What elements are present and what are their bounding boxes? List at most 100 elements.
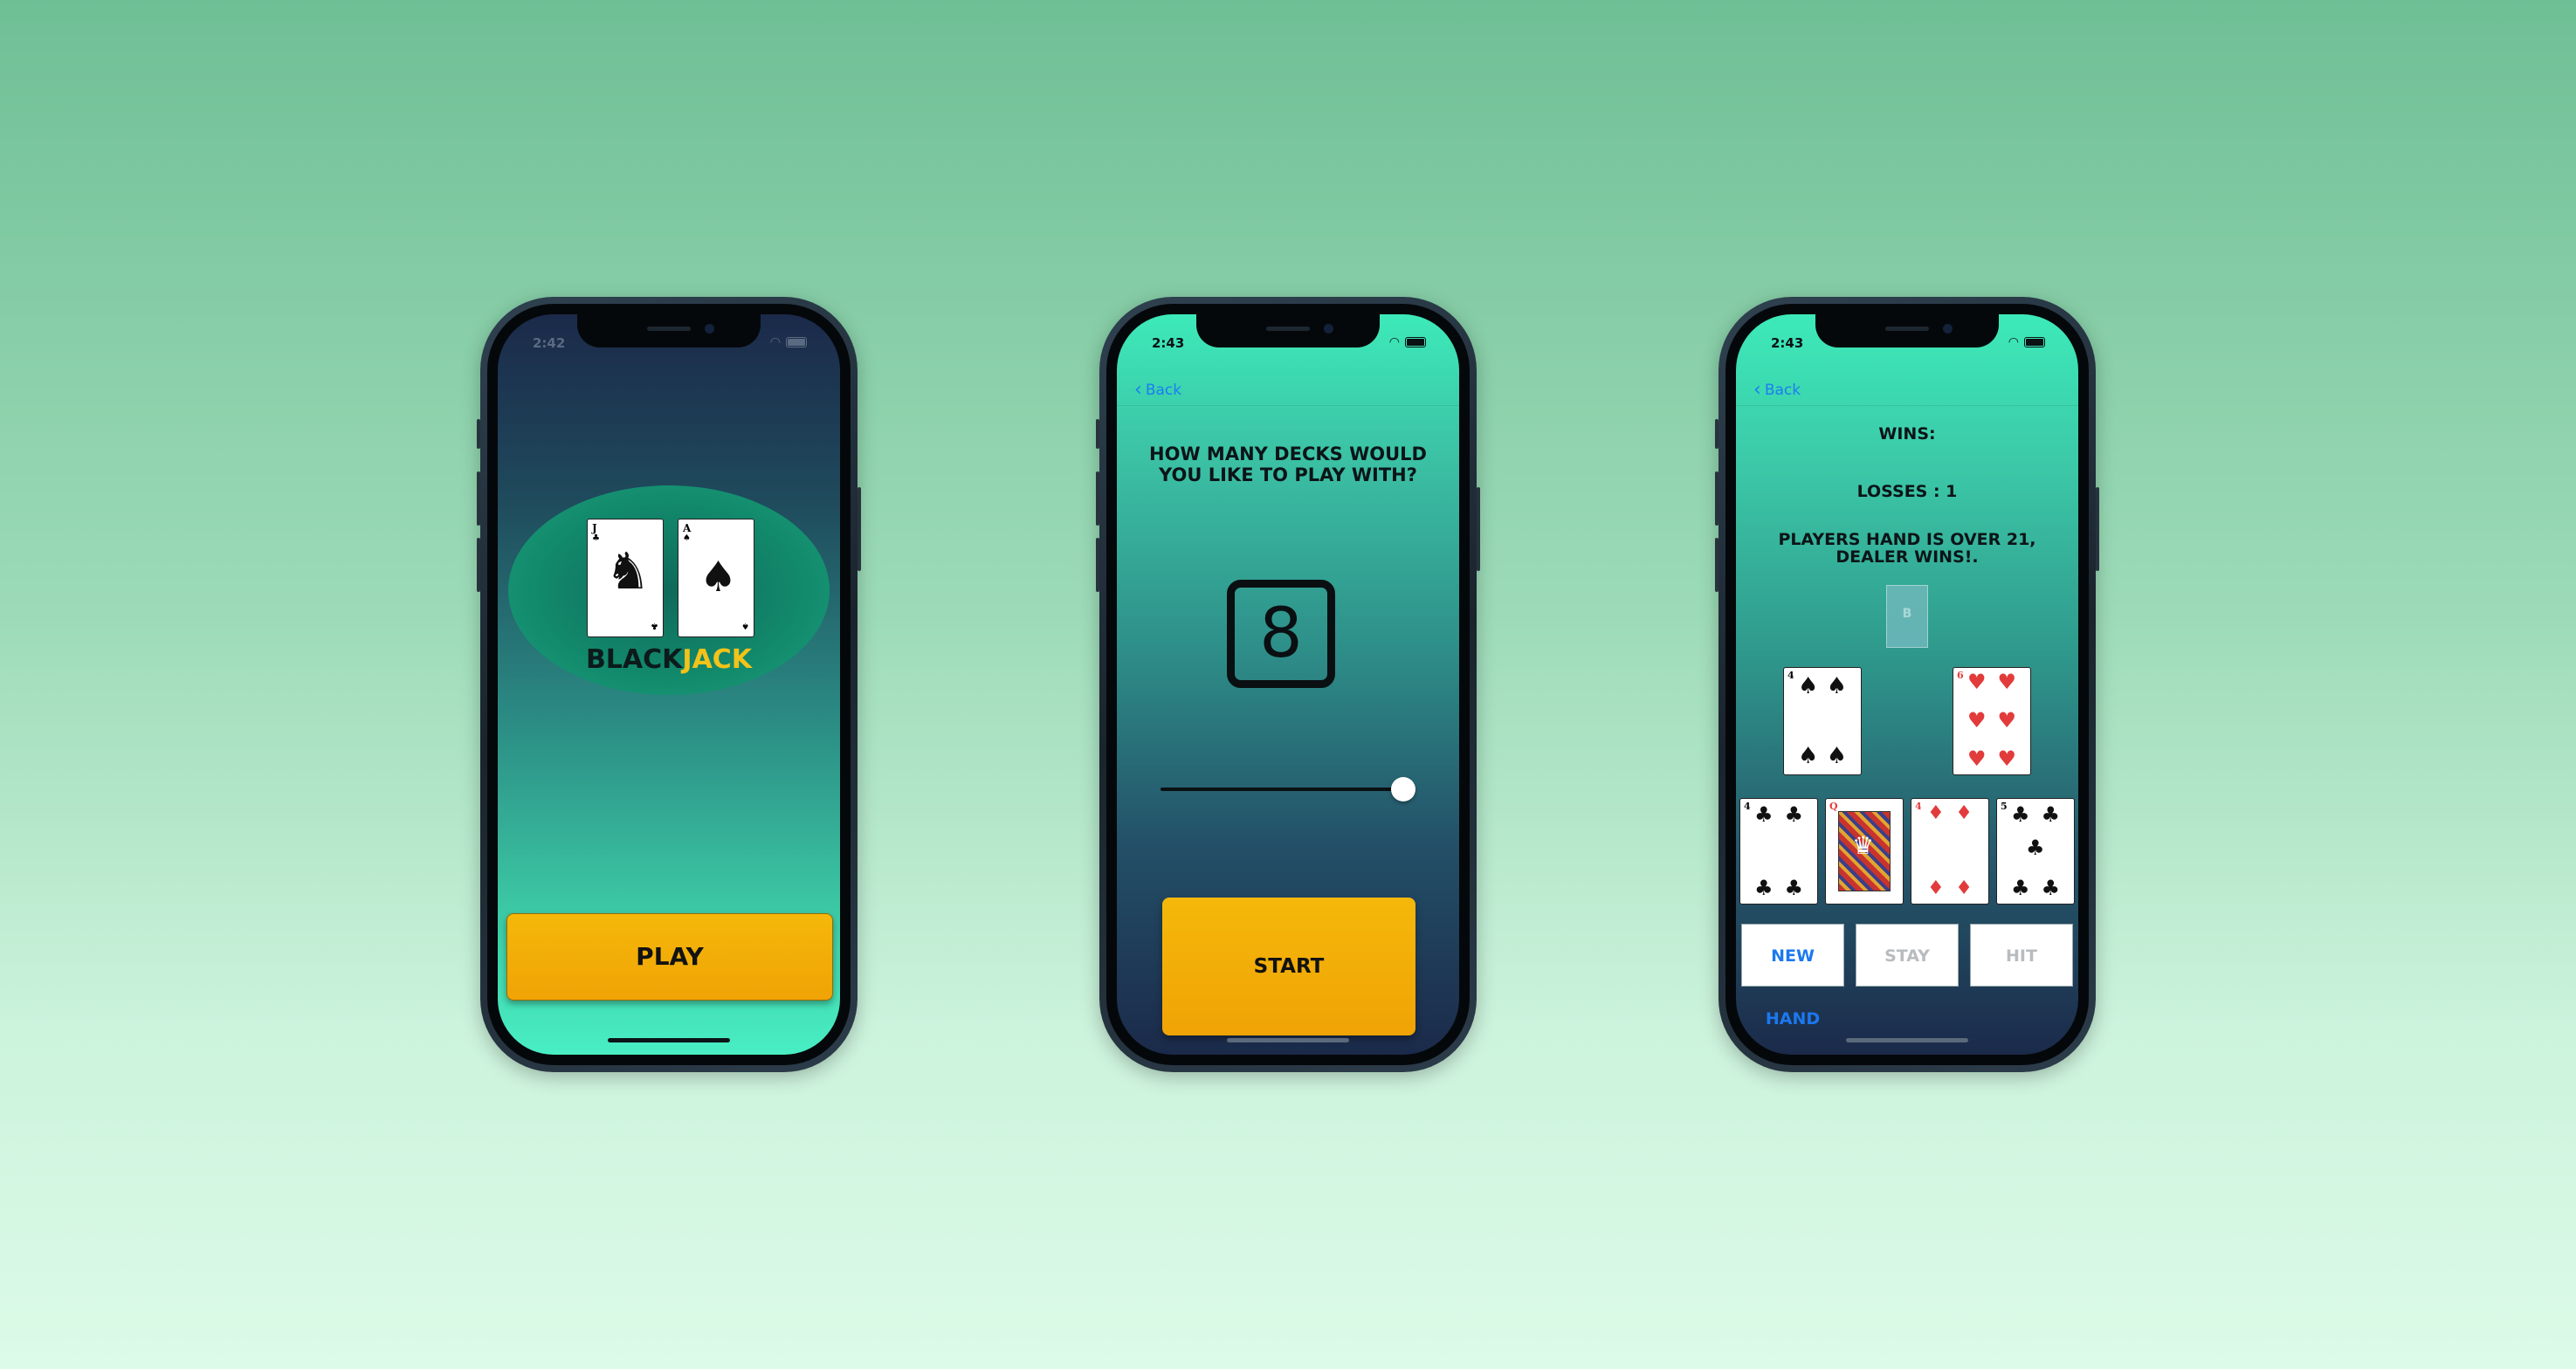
home-indicator bbox=[1227, 1038, 1349, 1042]
heart-icon: ♥ bbox=[1967, 746, 1987, 771]
logo-word-black: BLACK bbox=[585, 644, 683, 675]
club-icon: ♣ bbox=[2011, 876, 2030, 900]
volume-up-button bbox=[1096, 471, 1099, 526]
card-rank: 4 bbox=[1915, 801, 1922, 812]
volume-up-button bbox=[1715, 471, 1718, 526]
spade-icon: ♠ bbox=[683, 533, 691, 543]
volume-down-button bbox=[1715, 538, 1718, 592]
back-button[interactable]: ‹ Back bbox=[1134, 381, 1181, 400]
deck-card-back: B bbox=[1886, 585, 1928, 648]
club-icon: ♣ bbox=[592, 533, 600, 543]
power-button bbox=[1477, 487, 1480, 571]
dealer-card-4-spades: 4 ♠ ♠ ♠ ♠ bbox=[1783, 667, 1862, 775]
stay-button[interactable]: STAY bbox=[1856, 924, 1959, 987]
result-message: PLAYERS HAND IS OVER 21, DEALER WINS!. bbox=[1778, 530, 2036, 567]
logo-word-jack: JACK bbox=[682, 644, 753, 675]
side-button bbox=[1096, 419, 1099, 449]
logo-card-ace: A ♠ ♠ ♠ bbox=[678, 519, 754, 637]
deck-select-screen: 2:43 ◠ ‹ Back HOW MANY DECKS WOULD YOU L… bbox=[1117, 314, 1459, 1055]
home-indicator bbox=[1846, 1038, 1968, 1042]
club-icon: ♣ bbox=[2011, 802, 2030, 827]
volume-up-button bbox=[477, 471, 480, 526]
spade-icon: ♠ bbox=[1826, 743, 1847, 769]
play-button[interactable]: PLAY bbox=[506, 913, 833, 1001]
spade-icon: ♠ bbox=[1798, 743, 1819, 769]
power-button bbox=[858, 487, 861, 571]
phone-deck-select-screen: 2:43 ◠ ‹ Back HOW MANY DECKS WOULD YOU L… bbox=[1096, 297, 1480, 1072]
home-indicator bbox=[608, 1038, 730, 1042]
status-time: 2:42 bbox=[533, 335, 566, 351]
spade-icon: ♠ bbox=[1798, 673, 1819, 699]
screen-bezel: 2:43 ◠ ‹ Back HOW MANY DECKS WOULD YOU L… bbox=[1106, 304, 1470, 1065]
nav-divider bbox=[1736, 405, 2078, 406]
club-icon: ♣ bbox=[1784, 876, 1803, 900]
club-icon: ♣ bbox=[1754, 876, 1774, 900]
card-rank: J bbox=[592, 522, 597, 534]
status-icons: ◠ bbox=[2008, 335, 2045, 349]
battery-icon bbox=[786, 337, 807, 347]
heart-icon: ♥ bbox=[1997, 708, 2016, 733]
player-card-6-hearts: 6 ♥ ♥ ♥ ♥ ♥ ♥ bbox=[1953, 667, 2031, 775]
card-rank: A bbox=[683, 522, 692, 534]
losses-label: LOSSES : 1 bbox=[1856, 482, 1958, 501]
status-time: 2:43 bbox=[1771, 335, 1804, 351]
deck-slider-thumb[interactable] bbox=[1391, 777, 1415, 801]
diamond-icon: ♦ bbox=[1955, 802, 1973, 824]
new-hand-button[interactable]: NEW HAND bbox=[1741, 924, 1844, 1028]
blackjack-logo-text: BLACKJACK bbox=[498, 644, 840, 675]
screen-bezel: 2:43 ◠ ‹ Back WINS: LOSSES : 1 PLAYERS H… bbox=[1725, 304, 2089, 1065]
hand-card-5-clubs: 5 ♣ ♣ ♣ ♣ ♣ bbox=[1996, 798, 2075, 905]
diamond-icon: ♦ bbox=[1927, 802, 1945, 824]
notch bbox=[1196, 314, 1380, 347]
side-button bbox=[477, 419, 480, 449]
hand-card-queen-hearts: Q ♛ bbox=[1825, 798, 1904, 905]
heart-icon: ♥ bbox=[1997, 670, 2016, 694]
club-icon: ♣ bbox=[2041, 802, 2060, 827]
card-rank: Q bbox=[1829, 801, 1838, 812]
card-rank: 5 bbox=[2001, 801, 2008, 812]
deck-slider-track[interactable] bbox=[1161, 788, 1402, 791]
jack-figure-icon: ♞ bbox=[605, 541, 651, 601]
screen-bezel: 2:42 ◠ J ♣ ♞ ♣ A ♠ ♠ ♠ BLACKJACK PLAY bbox=[487, 304, 851, 1065]
nav-divider bbox=[1117, 405, 1459, 406]
start-button[interactable]: START bbox=[1162, 898, 1415, 1035]
wifi-icon: ◠ bbox=[1388, 335, 1400, 349]
phone-home-screen: 2:42 ◠ J ♣ ♞ ♣ A ♠ ♠ ♠ BLACKJACK PLAY bbox=[477, 297, 861, 1072]
club-icon: ♣ bbox=[1784, 802, 1803, 827]
hit-button[interactable]: HIT bbox=[1970, 924, 2073, 987]
club-icon: ♣ bbox=[651, 621, 658, 630]
status-icons: ◠ bbox=[1389, 335, 1426, 349]
heart-icon: ♥ bbox=[1967, 670, 1987, 694]
side-button bbox=[1715, 419, 1718, 449]
club-icon: ♣ bbox=[1754, 802, 1774, 827]
volume-down-button bbox=[477, 538, 480, 592]
card-rank: 6 bbox=[1957, 670, 1964, 681]
chevron-left-icon: ‹ bbox=[1134, 379, 1142, 401]
power-button bbox=[2096, 487, 2099, 571]
card-rank: 4 bbox=[1787, 670, 1794, 681]
back-button[interactable]: ‹ Back bbox=[1753, 381, 1801, 400]
back-label: Back bbox=[1764, 382, 1801, 399]
notch bbox=[1815, 314, 1999, 347]
phone-game-screen: 2:43 ◠ ‹ Back WINS: LOSSES : 1 PLAYERS H… bbox=[1715, 297, 2099, 1072]
wifi-icon: ◠ bbox=[2008, 335, 2019, 349]
hand-card-4-diamonds: 4 ♦ ♦ ♦ ♦ bbox=[1911, 798, 1989, 905]
deck-count-display: 8 bbox=[1227, 580, 1335, 688]
status-icons: ◠ bbox=[770, 335, 807, 349]
diamond-icon: ♦ bbox=[1955, 877, 1973, 899]
battery-icon bbox=[2024, 337, 2045, 347]
spade-icon: ♠ bbox=[699, 553, 738, 602]
club-icon: ♣ bbox=[2041, 876, 2060, 900]
heart-icon: ♥ bbox=[1967, 708, 1987, 733]
home-screen: 2:42 ◠ J ♣ ♞ ♣ A ♠ ♠ ♠ BLACKJACK PLAY bbox=[498, 314, 840, 1055]
club-icon: ♣ bbox=[2026, 836, 2045, 860]
logo-card-jack: J ♣ ♞ ♣ bbox=[587, 519, 664, 637]
queen-icon: ♛ bbox=[1852, 831, 1875, 860]
wins-label: WINS: bbox=[1878, 424, 1936, 444]
diamond-icon: ♦ bbox=[1927, 877, 1945, 899]
chevron-left-icon: ‹ bbox=[1753, 379, 1761, 401]
card-rank: 4 bbox=[1744, 801, 1751, 812]
battery-icon bbox=[1405, 337, 1426, 347]
notch bbox=[577, 314, 761, 347]
heart-icon: ♥ bbox=[1997, 746, 2016, 771]
